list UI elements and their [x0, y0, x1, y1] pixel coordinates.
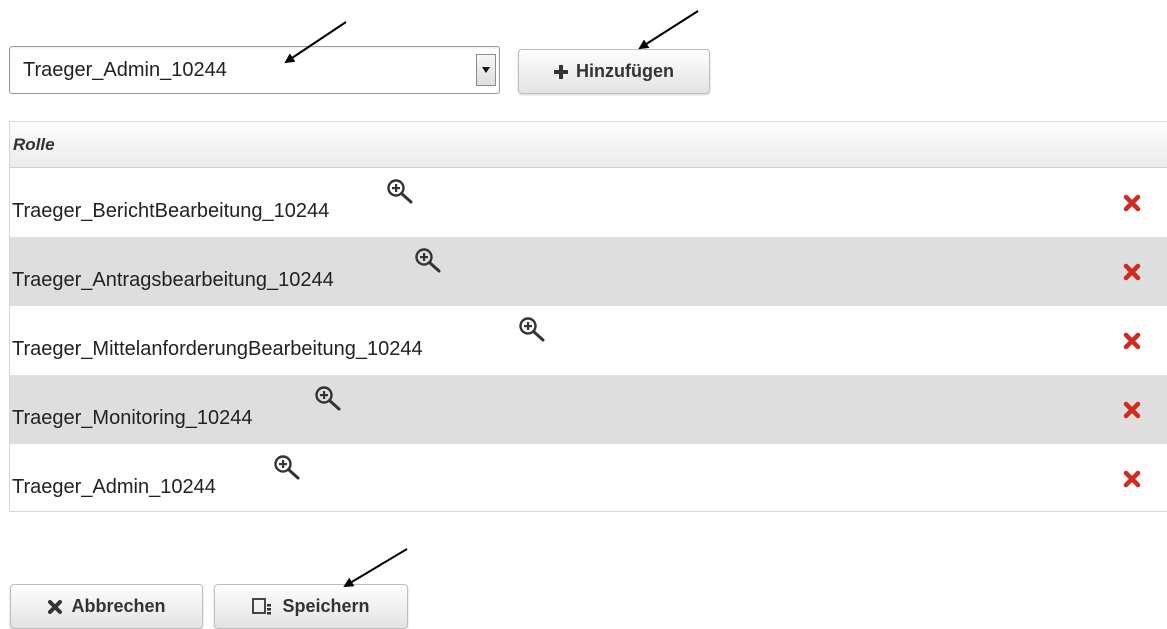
table-row: Traeger_Admin_10244	[10, 444, 1167, 513]
cancel-button-label: Abbrechen	[71, 596, 166, 616]
zoom-in-icon[interactable]	[273, 454, 301, 482]
zoom-in-icon[interactable]	[518, 316, 546, 344]
delete-x-icon[interactable]	[1123, 401, 1141, 419]
save-button-label: Speichern	[282, 596, 370, 616]
zoom-in-icon[interactable]	[414, 247, 442, 275]
role-name: Traeger_Admin_10244	[12, 476, 216, 498]
delete-x-icon[interactable]	[1123, 332, 1141, 350]
column-header-rolle[interactable]: Rolle	[13, 122, 55, 168]
arrow-to-add-button	[638, 10, 699, 50]
role-name: Traeger_Monitoring_10244	[12, 407, 253, 429]
table-row: Traeger_Monitoring_10244	[10, 375, 1167, 444]
role-name: Traeger_MittelanforderungBearbeitung_102…	[12, 338, 423, 360]
delete-x-icon[interactable]	[1123, 194, 1141, 212]
dropdown-toggle[interactable]	[476, 54, 496, 86]
plus-icon	[554, 64, 568, 79]
zoom-in-icon[interactable]	[314, 385, 342, 413]
table-row: Traeger_Antragsbearbeitung_10244	[10, 237, 1167, 306]
add-role-button-label: Hinzufügen	[576, 61, 674, 81]
cancel-button[interactable]: Abbrechen	[10, 584, 203, 629]
table-header: Rolle	[10, 122, 1167, 168]
role-select-value: Traeger_Admin_10244	[23, 59, 227, 81]
x-icon	[47, 599, 63, 615]
roles-table: Rolle Traeger_BerichtBearbeitung_10244 T…	[9, 121, 1167, 512]
save-button[interactable]: Speichern	[214, 584, 408, 629]
delete-x-icon[interactable]	[1123, 263, 1141, 281]
delete-x-icon[interactable]	[1123, 470, 1141, 488]
add-role-button[interactable]: Hinzufügen	[518, 49, 710, 94]
table-row: Traeger_BerichtBearbeitung_10244	[10, 168, 1167, 237]
chevron-down-icon	[482, 67, 490, 73]
role-name: Traeger_BerichtBearbeitung_10244	[12, 200, 330, 222]
role-name: Traeger_Antragsbearbeitung_10244	[12, 269, 334, 291]
save-icon	[252, 597, 274, 616]
arrow-to-save-button	[343, 548, 408, 588]
zoom-in-icon[interactable]	[386, 178, 414, 206]
role-select[interactable]: Traeger_Admin_10244	[9, 46, 500, 94]
table-row: Traeger_MittelanforderungBearbeitung_102…	[10, 306, 1167, 375]
